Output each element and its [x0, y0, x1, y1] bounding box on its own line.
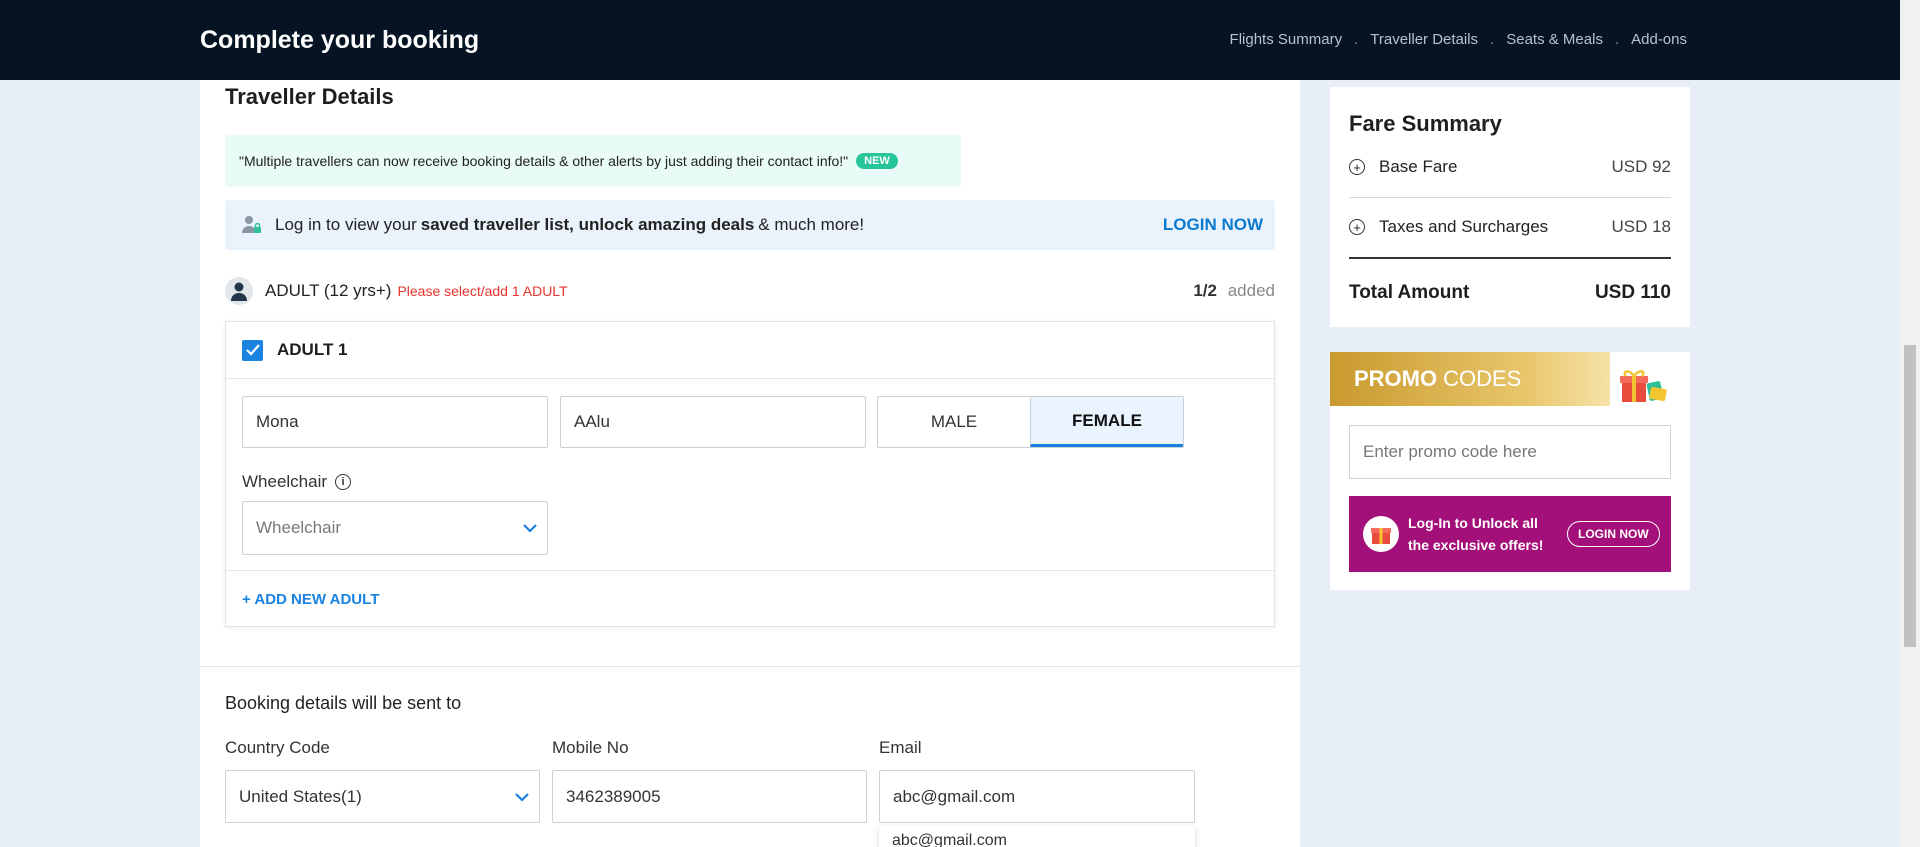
email-label: Email — [879, 738, 922, 757]
gender-male-option[interactable]: MALE — [878, 397, 1030, 447]
step-seats-meals[interactable]: Seats & Meals — [1506, 31, 1603, 48]
adult-count-suffix: added — [1227, 281, 1275, 300]
fare-summary-title: Fare Summary — [1349, 111, 1502, 136]
step-separator: . — [1354, 31, 1359, 48]
page-title: Complete your booking — [200, 26, 480, 54]
adult-1-checkbox[interactable] — [242, 339, 263, 361]
total-label: Total Amount — [1349, 282, 1470, 303]
promo-login-banner[interactable]: Log-In to Unlock all the exclusive offer… — [1349, 496, 1671, 572]
promo-title-light: CODES — [1443, 366, 1522, 391]
add-new-adult-button[interactable]: + ADD NEW ADULT — [226, 570, 1274, 627]
step-flights-summary[interactable]: Flights Summary — [1230, 31, 1343, 48]
gift-icon — [1612, 362, 1672, 410]
total-amount: USD 110 — [1594, 282, 1671, 303]
promo-code-input[interactable]: Enter promo code here — [1349, 425, 1671, 479]
country-code-value: United States(1) — [239, 786, 362, 806]
promo-title-bold: PROMO — [1354, 366, 1438, 391]
adult-section-header: ADULT (12 yrs+) Please select/add 1 ADUL… — [225, 275, 1275, 307]
fare-total-row: Total Amount USD 110 — [1349, 282, 1671, 304]
adult-category-title: ADULT (12 yrs+) — [265, 281, 392, 300]
multi-traveller-info-banner: "Multiple travellers can now receive boo… — [225, 135, 961, 187]
expand-plus-icon[interactable]: + — [1349, 219, 1365, 235]
promo-login-button[interactable]: LOGIN NOW — [1567, 521, 1660, 547]
email-autocomplete-suggestion[interactable]: abc@gmail.com — [879, 826, 1195, 847]
adult-warning: Please select/add 1 ADULT — [397, 283, 568, 299]
wheelchair-select-value: Wheelchair — [256, 518, 342, 537]
wheelchair-label-text: Wheelchair — [242, 472, 328, 491]
login-prompt-prefix: Log in to view your — [275, 215, 417, 234]
step-separator: . — [1614, 31, 1620, 48]
promo-banner-text: Log-In to Unlock all the exclusive offer… — [1408, 515, 1544, 553]
fare-summary-card: Fare Summary + Base Fare USD 92 + Taxes … — [1330, 87, 1690, 327]
wheelchair-select[interactable]: Wheelchair — [242, 501, 548, 555]
page-scrollbar[interactable] — [1900, 0, 1920, 847]
country-code-label: Country Code — [225, 738, 330, 757]
adult-count: 1/2 added — [1193, 281, 1275, 301]
header-bar: Complete your booking Flights Summary . … — [0, 0, 1920, 80]
fare-total-divider — [1349, 257, 1671, 259]
expand-plus-icon[interactable]: + — [1349, 159, 1365, 175]
adult-card-header: ADULT 1 — [226, 322, 1274, 379]
promo-header: PROMO CODES — [1330, 352, 1610, 406]
fare-row-taxes[interactable]: + Taxes and Surcharges USD 18 — [1349, 197, 1671, 257]
login-prompt-strip: Log in to view your saved traveller list… — [225, 200, 1275, 250]
gift-icon — [1363, 516, 1399, 552]
fare-row-label: Taxes and Surcharges — [1379, 217, 1549, 236]
first-name-input[interactable]: Mona — [242, 396, 548, 448]
section-divider — [200, 666, 1300, 667]
fare-row-label: Base Fare — [1379, 157, 1458, 176]
promo-codes-card: PROMO CODES Enter promo code here Log-In… — [1330, 352, 1690, 590]
booking-steps: Flights Summary . Traveller Details . Se… — [1230, 31, 1687, 48]
fare-row-amount: USD 92 — [1611, 157, 1671, 176]
info-banner-text: "Multiple travellers can now receive boo… — [239, 153, 849, 169]
scrollbar-thumb[interactable] — [1904, 345, 1916, 647]
login-now-link[interactable]: LOGIN NOW — [1163, 215, 1263, 235]
info-icon[interactable]: i — [335, 474, 352, 490]
wheelchair-label: Wheelchair i — [242, 472, 352, 492]
chevron-down-icon — [523, 518, 537, 538]
mobile-input[interactable]: 3462389005 — [552, 770, 867, 823]
user-lock-icon — [239, 213, 263, 237]
step-separator: . — [1490, 31, 1495, 48]
login-prompt-bold: saved traveller list, unlock amazing dea… — [420, 215, 755, 234]
adult-card: ADULT 1 Mona AAlu MALE FEMALE Wheelchair… — [225, 321, 1275, 627]
step-add-ons[interactable]: Add-ons — [1631, 31, 1687, 48]
step-traveller-details[interactable]: Traveller Details — [1370, 31, 1478, 48]
last-name-input[interactable]: AAlu — [560, 396, 866, 448]
fare-row-amount: USD 18 — [1611, 217, 1671, 236]
new-badge: NEW — [856, 153, 898, 169]
chevron-down-icon — [515, 787, 529, 807]
gender-toggle: MALE FEMALE — [877, 396, 1184, 448]
country-code-select[interactable]: United States(1) — [225, 770, 540, 823]
email-input[interactable]: abc@gmail.com — [879, 770, 1195, 823]
booking-contact-title: Booking details will be sent to — [225, 693, 462, 713]
traveller-section-title: Traveller Details — [225, 84, 394, 109]
mobile-label: Mobile No — [552, 738, 629, 757]
gender-female-option[interactable]: FEMALE — [1030, 397, 1183, 447]
adult-count-value: 1/2 — [1193, 281, 1217, 300]
person-icon — [225, 277, 253, 305]
login-prompt-suffix: & much more! — [758, 215, 865, 234]
adult-1-label: ADULT 1 — [277, 340, 348, 359]
fare-row-base[interactable]: + Base Fare USD 92 — [1349, 137, 1671, 197]
